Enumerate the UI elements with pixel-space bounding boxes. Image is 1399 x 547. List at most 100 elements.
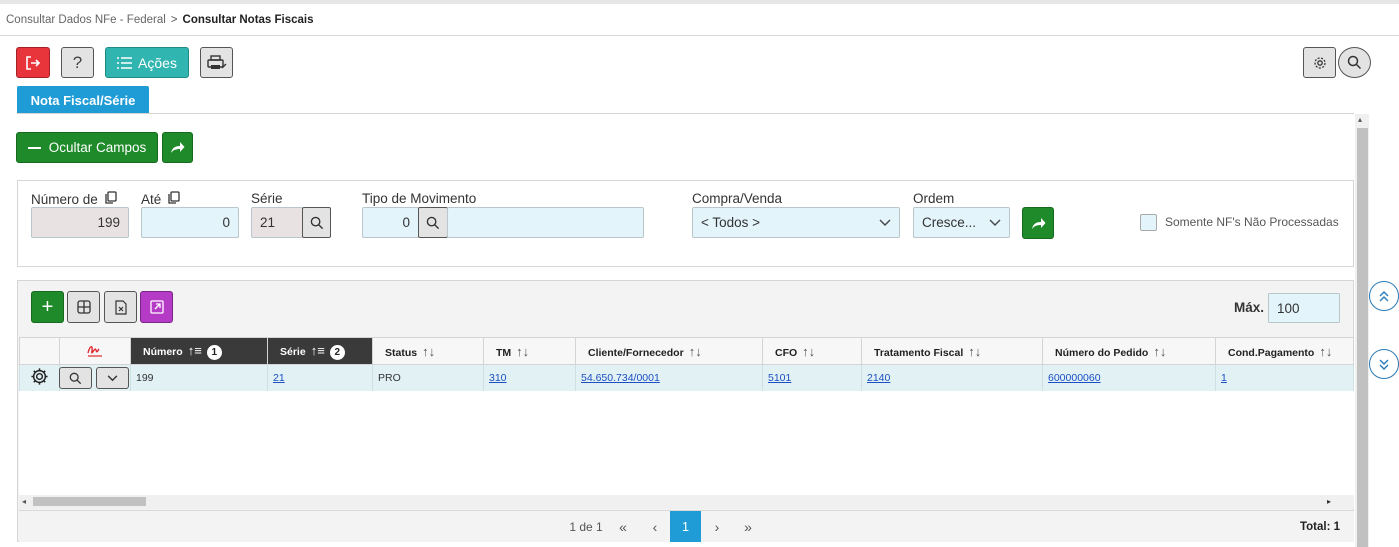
share-arrow-icon	[171, 142, 185, 153]
actions-label: Ações	[138, 54, 177, 71]
header-serie[interactable]: Série ↑≡ 2	[267, 337, 373, 365]
cell-tm[interactable]: 310	[483, 364, 576, 392]
help-button[interactable]: ?	[61, 47, 94, 78]
hide-fields-label: Ocultar Campos	[48, 140, 147, 155]
row-view-button[interactable]	[59, 367, 92, 389]
max-field[interactable]: 100	[1268, 293, 1340, 323]
serie-link[interactable]: 21	[273, 372, 285, 384]
copy-icon[interactable]	[104, 191, 117, 204]
exit-button[interactable]	[16, 47, 50, 78]
gear-icon[interactable]	[30, 367, 49, 386]
cell-cliente-fornecedor[interactable]: 54.650.734/0001	[575, 364, 763, 392]
share-arrow-icon	[1031, 217, 1045, 229]
scroll-up-icon[interactable]: ▴	[1358, 115, 1362, 124]
header-status[interactable]: Status ↑↓	[372, 337, 484, 365]
settings-button[interactable]	[1303, 47, 1336, 78]
search-icon	[1347, 55, 1362, 70]
signature-icon[interactable]	[86, 343, 104, 357]
breadcrumb-parent[interactable]: Consultar Dados NFe - Federal	[6, 14, 166, 26]
breadcrumb-separator: >	[170, 14, 178, 26]
sort-icon: ↑↓	[516, 343, 530, 359]
first-page-icon[interactable]: «	[609, 511, 637, 542]
plus-icon: +	[41, 295, 54, 318]
prev-page-icon[interactable]: ‹	[641, 511, 669, 542]
scroll-left-icon[interactable]: ◂	[22, 497, 26, 506]
search-toggle-button[interactable]	[1338, 47, 1371, 78]
header-cond-pagamento[interactable]: Cond.Pagamento ↑↓	[1215, 337, 1354, 365]
expand-icon	[149, 300, 164, 314]
ate-field[interactable]: 0	[141, 207, 239, 238]
sort-order-badge: 1	[206, 344, 222, 360]
row-settings-cell	[19, 364, 60, 392]
cell-tratamento-fiscal[interactable]: 2140	[861, 364, 1043, 392]
somente-nf-checkbox[interactable]	[1140, 214, 1157, 231]
row-expand-button[interactable]	[96, 367, 129, 389]
last-page-icon[interactable]: »	[734, 511, 762, 542]
forward-button[interactable]	[162, 132, 193, 163]
results-table: Número ↑≡ 1 Série ↑≡ 2 Status ↑↓ TM ↑↓ Cliente…	[19, 337, 1354, 392]
sort-asc-icon: ↑≡	[187, 342, 202, 358]
ordem-select[interactable]: Cresce...	[913, 207, 1010, 238]
serie-search-button[interactable]	[302, 207, 331, 238]
table-row[interactable]: 199 21 PRO 310 54.650.734/0001 5101 2140…	[19, 364, 1354, 392]
next-page-icon[interactable]: ›	[703, 511, 731, 542]
cell-cond-pagamento[interactable]: 1	[1215, 364, 1354, 392]
hide-fields-button[interactable]: Ocultar Campos	[16, 132, 158, 163]
scroll-top-button[interactable]	[1369, 281, 1399, 311]
serie-field[interactable]: 21	[251, 207, 303, 238]
pedido-link[interactable]: 600000060	[1048, 372, 1101, 384]
serie-label: Série	[251, 191, 283, 206]
excel-file-icon	[114, 299, 127, 315]
header-tm[interactable]: TM ↑↓	[483, 337, 576, 365]
apply-filter-button[interactable]	[1022, 207, 1054, 239]
tab-nota-fiscal-serie[interactable]: Nota Fiscal/Série	[17, 86, 149, 114]
ate-label: Até	[141, 191, 180, 207]
sort-icon: ↑↓	[688, 343, 702, 359]
tipo-movimento-search-button[interactable]	[418, 207, 448, 238]
chevron-down-icon	[107, 374, 118, 381]
exit-icon	[26, 55, 41, 70]
print-button[interactable]	[200, 47, 233, 78]
vertical-scroll-thumb[interactable]	[1357, 128, 1368, 547]
page-1-button[interactable]: 1	[670, 511, 701, 542]
columns-button[interactable]	[67, 291, 100, 323]
add-button[interactable]: +	[31, 291, 64, 323]
cell-status: PRO	[372, 364, 484, 392]
gear-icon	[1313, 56, 1326, 69]
tm-link[interactable]: 310	[489, 372, 507, 384]
scroll-right-icon[interactable]: ▸	[1327, 497, 1331, 506]
header-tratamento-fiscal[interactable]: Tratamento Fiscal ↑↓	[861, 337, 1043, 365]
export-excel-button[interactable]	[104, 291, 137, 323]
chevron-down-icon	[989, 219, 1001, 226]
header-numero[interactable]: Número ↑≡ 1	[130, 337, 268, 365]
cell-cfo[interactable]: 5101	[762, 364, 862, 392]
horizontal-scroll-thumb[interactable]	[33, 497, 146, 506]
sort-order-badge: 2	[329, 344, 345, 360]
cond-pagamento-link[interactable]: 1	[1221, 372, 1227, 384]
cell-numero: 199	[130, 364, 268, 392]
search-icon	[69, 372, 82, 384]
expand-button[interactable]	[140, 291, 173, 323]
breadcrumb: Consultar Dados NFe - Federal > Consultar …	[0, 4, 1399, 36]
cell-serie[interactable]: 21	[267, 364, 373, 392]
tab-divider	[17, 113, 1354, 114]
horizontal-scrollbar[interactable]	[19, 495, 1354, 509]
compra-venda-select[interactable]: < Todos >	[692, 207, 900, 238]
header-cliente-fornecedor[interactable]: Cliente/Fornecedor ↑↓	[575, 337, 763, 365]
tipo-movimento-field[interactable]: 0	[362, 207, 419, 238]
scroll-bottom-button[interactable]	[1369, 349, 1399, 379]
cell-numero-pedido[interactable]: 600000060	[1042, 364, 1216, 392]
actions-button[interactable]: Ações	[105, 47, 189, 78]
tratamento-link[interactable]: 2140	[867, 372, 890, 384]
cliente-link[interactable]: 54.650.734/0001	[581, 372, 660, 384]
sort-icon: ↑↓	[422, 343, 436, 359]
sort-asc-icon: ↑≡	[310, 342, 325, 358]
table-header-row: Número ↑≡ 1 Série ↑≡ 2 Status ↑↓ TM ↑↓ Cliente…	[19, 337, 1354, 365]
total-count: Total: 1	[1299, 520, 1341, 533]
compra-venda-value: < Todos >	[701, 215, 761, 230]
header-cfo[interactable]: CFO ↑↓	[762, 337, 862, 365]
cfo-link[interactable]: 5101	[768, 372, 791, 384]
copy-icon[interactable]	[168, 191, 180, 204]
numero-de-field[interactable]: 199	[31, 207, 129, 238]
header-numero-pedido[interactable]: Número do Pedido ↑↓	[1042, 337, 1216, 365]
